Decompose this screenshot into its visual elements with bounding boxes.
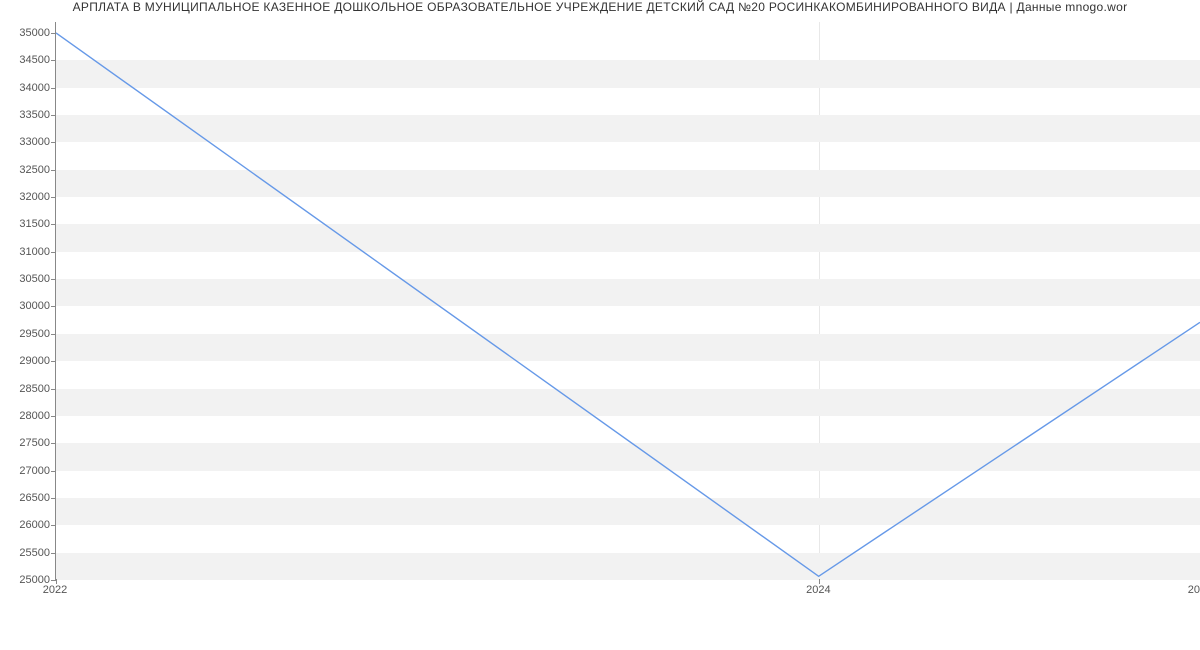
y-tick-mark	[51, 224, 56, 225]
x-tick-label: 2022	[43, 584, 67, 596]
y-tick-label: 26500	[0, 492, 50, 504]
y-tick-label: 34000	[0, 82, 50, 94]
y-tick-mark	[51, 170, 56, 171]
y-tick-label: 28500	[0, 383, 50, 395]
y-tick-label: 30500	[0, 273, 50, 285]
y-tick-mark	[51, 60, 56, 61]
y-tick-mark	[51, 361, 56, 362]
y-tick-label: 25500	[0, 547, 50, 559]
y-tick-label: 31500	[0, 218, 50, 230]
y-tick-label: 32500	[0, 164, 50, 176]
x-tick-label: 2025	[1188, 584, 1200, 596]
y-tick-label: 33000	[0, 136, 50, 148]
line-layer	[56, 22, 1200, 579]
y-tick-mark	[51, 498, 56, 499]
y-tick-mark	[51, 443, 56, 444]
line-chart: АРПЛАТА В МУНИЦИПАЛЬНОЕ КАЗЕННОЕ ДОШКОЛЬ…	[0, 0, 1200, 650]
y-tick-label: 34500	[0, 54, 50, 66]
series-line	[56, 33, 1200, 576]
plot-area	[55, 22, 1200, 580]
y-tick-mark	[51, 252, 56, 253]
y-tick-label: 33500	[0, 109, 50, 121]
y-tick-label: 31000	[0, 246, 50, 258]
y-tick-label: 32000	[0, 191, 50, 203]
y-tick-label: 28000	[0, 410, 50, 422]
y-tick-mark	[51, 389, 56, 390]
y-tick-mark	[51, 471, 56, 472]
y-tick-mark	[51, 306, 56, 307]
y-tick-mark	[51, 525, 56, 526]
y-tick-label: 35000	[0, 27, 50, 39]
y-tick-label: 27500	[0, 437, 50, 449]
y-tick-label: 27000	[0, 465, 50, 477]
y-tick-mark	[51, 416, 56, 417]
y-tick-mark	[51, 115, 56, 116]
x-tick-label: 2024	[806, 584, 830, 596]
y-tick-mark	[51, 553, 56, 554]
chart-title: АРПЛАТА В МУНИЦИПАЛЬНОЕ КАЗЕННОЕ ДОШКОЛЬ…	[0, 0, 1200, 20]
y-tick-mark	[51, 142, 56, 143]
y-tick-mark	[51, 279, 56, 280]
y-tick-mark	[51, 88, 56, 89]
y-tick-label: 26000	[0, 519, 50, 531]
y-tick-mark	[51, 33, 56, 34]
y-tick-label: 29500	[0, 328, 50, 340]
y-tick-mark	[51, 334, 56, 335]
y-tick-mark	[51, 197, 56, 198]
y-tick-label: 29000	[0, 355, 50, 367]
y-tick-label: 30000	[0, 300, 50, 312]
